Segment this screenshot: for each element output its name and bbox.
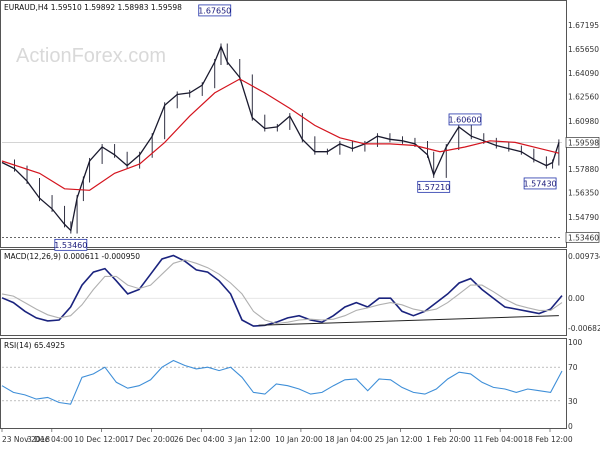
price-panel bbox=[0, 0, 567, 248]
annotation-label: 1.53460 bbox=[54, 241, 87, 250]
x-tick-label: 10 Jan 20:00 bbox=[275, 435, 323, 444]
annotation-label: 1.60600 bbox=[448, 115, 481, 124]
rsi-panel bbox=[0, 338, 567, 429]
x-tick-label: 17 Dec 20:00 bbox=[124, 435, 175, 444]
x-tick-label: 25 Jan 12:00 bbox=[375, 435, 423, 444]
watermark: ActionForex.com bbox=[16, 45, 166, 67]
y-tick-label: 0.009734 bbox=[568, 252, 600, 261]
y-tick-label: 1.56350 bbox=[568, 189, 599, 198]
y-tick-label: 1.53460 bbox=[568, 233, 599, 242]
x-tick-label: 11 Feb 04:00 bbox=[474, 435, 523, 444]
y-tick-label: 1.57880 bbox=[568, 165, 599, 174]
y-tick-label: -0.006826 bbox=[568, 324, 600, 333]
y-tick-label: 1.54790 bbox=[568, 213, 599, 222]
y-tick-label: 1.65650 bbox=[568, 45, 599, 54]
x-tick-label: 10 Dec 12:00 bbox=[74, 435, 125, 444]
x-axis-labels: 23 Nov 20183 Dec 04:00 10 Dec 12:00 17 Dec… bbox=[1, 428, 573, 444]
price-header: EURAUD,H4 1.59510 1.59892 1.58983 1.5959… bbox=[4, 3, 182, 12]
x-tick-label: 26 Dec 04:00 bbox=[174, 435, 225, 444]
macd-header: MACD(12,26,9) 0.000611 -0.000950 bbox=[4, 252, 140, 261]
annotation-label: 1.57430 bbox=[524, 179, 557, 188]
y-tick-label: 1.59598 bbox=[568, 138, 599, 147]
y-tick-label: 100 bbox=[568, 338, 583, 347]
y-tick-label: 30 bbox=[568, 397, 578, 406]
y-tick-label: 0.00 bbox=[568, 294, 585, 303]
y-tick-label: 1.67195 bbox=[568, 21, 599, 30]
y-tick-label: 0 bbox=[568, 422, 573, 431]
forex-chart: ActionForex.com EURAUD,H4 1.59510 1.5989… bbox=[0, 0, 600, 444]
x-tick-label: 1 Feb 20:00 bbox=[426, 435, 471, 444]
annotation-label: 1.57210 bbox=[417, 183, 450, 192]
y-axis-labels: 1.67195 1.65650 1.64090 1.62560 1.60980 1.595… bbox=[565, 21, 600, 431]
y-tick-label: 70 bbox=[568, 363, 578, 372]
x-tick-label: 18 Jan 04:00 bbox=[325, 435, 373, 444]
annotation-label: 1.67650 bbox=[198, 6, 231, 15]
rsi-header: RSI(14) 65.4925 bbox=[4, 341, 65, 350]
x-tick-label: 18 Feb 12:00 bbox=[523, 435, 572, 444]
y-tick-label: 1.64090 bbox=[568, 69, 599, 78]
x-tick-label: 3 Jan 12:00 bbox=[228, 435, 271, 444]
y-tick-label: 1.62560 bbox=[568, 93, 599, 102]
x-tick-label: 3 Dec 04:00 bbox=[27, 435, 73, 444]
y-tick-label: 1.60980 bbox=[568, 117, 599, 126]
